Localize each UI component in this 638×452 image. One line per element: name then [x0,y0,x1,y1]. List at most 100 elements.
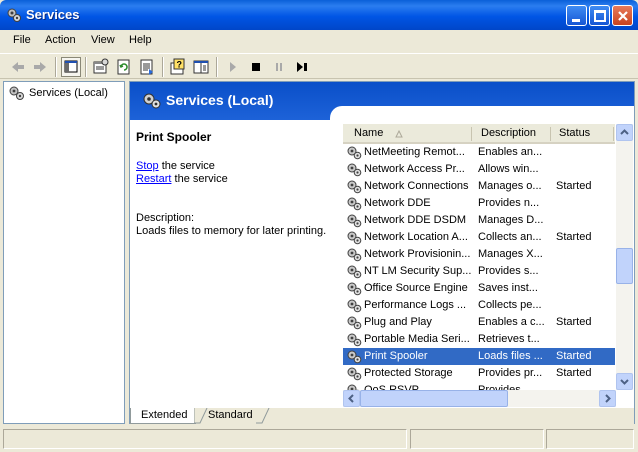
refresh-button[interactable] [114,57,134,77]
help-button[interactable]: ? [168,57,188,77]
menu-file[interactable]: File [13,34,31,46]
table-row[interactable]: QoS RSVP Provides... [343,382,615,390]
services-gear-icon [7,8,21,22]
stop-service-button[interactable] [246,57,266,77]
table-row[interactable]: NT LM Security Sup... Provides s... [343,263,615,280]
refresh-icon [117,59,130,75]
table-row[interactable]: Print Spooler Loads files ... Started [343,348,615,365]
minimize-button[interactable] [566,5,587,26]
table-row[interactable]: Plug and Play Enables a c... Started [343,314,615,331]
close-button[interactable] [612,5,633,26]
table-row[interactable]: Protected Storage Provides pr... Started [343,365,615,382]
toolbar-separator [162,57,164,77]
forward-arrow-icon [34,62,46,72]
show-hide-action-pane-button[interactable] [191,57,211,77]
column-divider[interactable] [550,127,551,141]
restart-link[interactable]: Restart [136,173,171,185]
service-name-cell: Performance Logs ... [364,299,467,311]
menu-view[interactable]: View [91,34,115,46]
service-name-cell: Print Spooler [364,350,428,362]
restart-action: Restart the service [136,173,228,185]
scroll-down-button[interactable] [616,373,633,390]
export-list-icon [140,59,153,75]
table-row[interactable]: Network DDE Provides n... [343,195,615,212]
column-header-name[interactable]: Name [354,127,383,139]
scroll-right-button[interactable] [599,390,616,407]
sort-ascending-icon [395,130,403,138]
service-description-cell: Provides pr... [478,367,543,379]
pause-service-button[interactable] [269,57,289,77]
maximize-button[interactable] [589,5,610,26]
status-cell [546,429,634,449]
status-cell [410,429,544,449]
title-bar[interactable]: Services [0,0,638,30]
table-row[interactable]: Office Source Engine Saves inst... [343,280,615,297]
table-row[interactable]: Network Connections Manages o... Started [343,178,615,195]
column-divider[interactable] [471,127,472,141]
table-row[interactable]: Portable Media Seri... Retrieves t... [343,331,615,348]
window-title: Services [26,7,80,22]
restart-service-button[interactable] [292,57,312,77]
console-tree: Services (Local) [3,81,125,424]
close-icon [618,11,628,21]
service-gear-icon [347,214,362,228]
forward-button[interactable] [30,57,50,77]
service-name-cell: NetMeeting Remot... [364,146,465,158]
tree-item-label: Services (Local) [29,87,108,99]
service-description-panel: Print Spooler Stop the service Restart t… [130,120,338,410]
export-list-button[interactable] [137,57,157,77]
start-service-button[interactable] [223,57,243,77]
toolbar-separator [85,57,87,77]
service-name-cell: Network Access Pr... [364,163,465,175]
header-curve [330,106,634,122]
service-gear-icon [347,248,362,262]
table-row[interactable]: Network DDE DSDM Manages D... [343,212,615,229]
tab-edge [256,408,270,424]
column-header-status[interactable]: Status [559,127,590,139]
action-pane-icon [193,60,209,74]
service-description-cell: Allows win... [478,163,539,175]
column-divider[interactable] [613,127,614,141]
tab-extended[interactable]: Extended [130,408,196,424]
service-status-cell: Started [556,180,592,192]
service-description-cell: Loads files ... [478,350,543,362]
table-row[interactable]: Performance Logs ... Collects pe... [343,297,615,314]
table-row[interactable]: NetMeeting Remot... Enables an... [343,144,615,161]
scroll-left-button[interactable] [343,390,360,407]
restart-suffix: the service [171,173,228,185]
stop-action: Stop the service [136,160,215,172]
column-header-description[interactable]: Description [481,127,536,139]
chevron-up-icon [620,129,629,135]
tab-edge [194,408,208,424]
service-name-cell: NT LM Security Sup... [364,265,472,277]
service-gear-icon [347,333,362,347]
service-description-cell: Manages X... [478,248,543,260]
menu-action[interactable]: Action [45,34,76,46]
horizontal-scroll-thumb[interactable] [360,390,508,407]
services-list: Name Description Status NetMeeting Remot… [343,124,633,408]
service-status-cell: Started [556,231,592,243]
tree-item-services-local[interactable]: Services (Local) [8,85,108,101]
show-hide-tree-button[interactable] [61,57,81,77]
service-gear-icon [347,282,362,296]
menu-help[interactable]: Help [129,34,152,46]
table-row[interactable]: Network Provisionin... Manages X... [343,246,615,263]
vertical-scroll-thumb[interactable] [616,248,633,284]
properties-button[interactable] [91,57,111,77]
back-arrow-icon [12,62,24,72]
table-row[interactable]: Network Location A... Collects an... Start… [343,229,615,246]
description-text: Loads files to memory for later printing… [136,225,327,237]
pane-title: Services (Local) [166,92,274,108]
service-gear-icon [347,231,362,245]
scroll-up-button[interactable] [616,124,633,141]
service-name-cell: Protected Storage [364,367,453,379]
description-label: Description: [136,212,195,224]
menu-bar: File Action View Help [0,30,638,52]
stop-link[interactable]: Stop [136,160,159,172]
table-row[interactable]: Network Access Pr... Allows win... [343,161,615,178]
horizontal-scrollbar[interactable] [343,390,616,407]
service-name-cell: Network DDE [364,197,431,209]
vertical-scrollbar[interactable] [616,124,633,390]
back-button[interactable] [8,57,28,77]
service-name-cell: Network DDE DSDM [364,214,467,226]
